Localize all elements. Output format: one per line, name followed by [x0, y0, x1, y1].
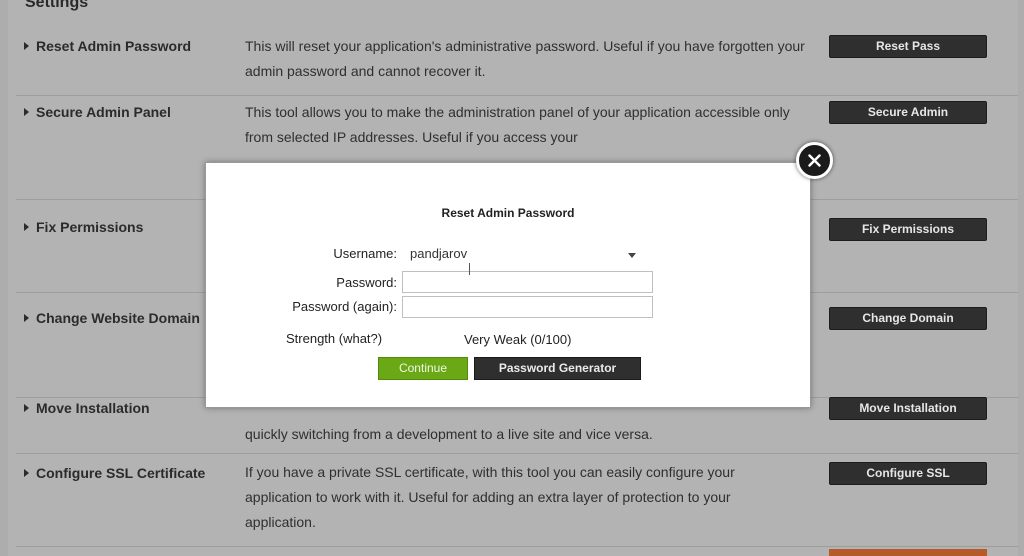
move-installation-button[interactable]: Move Installation	[829, 397, 987, 420]
change-domain-button[interactable]: Change Domain	[829, 307, 987, 330]
modal-title: Reset Admin Password	[441, 206, 575, 220]
fix-permissions-button[interactable]: Fix Permissions	[829, 218, 987, 241]
reset-pass-button[interactable]: Reset Pass	[829, 35, 987, 58]
close-icon	[808, 154, 821, 167]
row-description: quickly switching from a development to …	[245, 426, 653, 442]
row-description: This tool allows you to make the adminis…	[245, 104, 790, 145]
username-select[interactable]: pandjarov	[410, 246, 467, 261]
username-label: Username:	[333, 246, 397, 261]
row-label-text: Reset Admin Password	[36, 38, 192, 54]
row-description: If you have a private SSL certificate, w…	[245, 464, 735, 530]
secure-admin-button[interactable]: Secure Admin	[829, 101, 987, 124]
row-label: Configure SSL Certificate	[24, 465, 205, 481]
settings-row-configure-ssl: Configure SSL Certificate If you have a …	[16, 462, 1018, 547]
row-label: Reset Admin Password	[24, 38, 191, 54]
text-cursor-icon	[469, 263, 470, 275]
chevron-down-icon[interactable]	[628, 253, 636, 258]
triangle-right-icon	[24, 42, 29, 50]
settings-row-move-installation: Move Installation quickly switching from…	[16, 397, 1018, 454]
row-label-text: Change Website Domain	[36, 310, 200, 326]
password-label: Password:	[336, 275, 397, 290]
password-input[interactable]	[402, 271, 653, 293]
row-label: Move Installation	[24, 400, 150, 416]
orange-button-partial[interactable]	[829, 549, 987, 556]
row-label: Change Website Domain	[24, 310, 200, 326]
password-again-input[interactable]	[402, 296, 653, 318]
triangle-right-icon	[24, 223, 29, 231]
row-label-text: Fix Permissions	[36, 219, 144, 235]
close-modal-button[interactable]	[796, 142, 833, 179]
configure-ssl-button[interactable]: Configure SSL	[829, 462, 987, 485]
triangle-right-icon	[24, 469, 29, 477]
strength-value: Very Weak (0/100)	[464, 332, 572, 347]
password-again-label: Password (again):	[292, 299, 397, 314]
continue-button[interactable]: Continue	[378, 357, 468, 380]
row-label-text: Move Installation	[36, 400, 150, 416]
row-label: Secure Admin Panel	[24, 104, 171, 120]
settings-row-reset-admin-password: Reset Admin Password This will reset you…	[16, 35, 1018, 96]
password-generator-button[interactable]: Password Generator	[474, 357, 641, 380]
triangle-right-icon	[24, 108, 29, 116]
row-description: This will reset your application's admin…	[245, 38, 805, 79]
reset-password-modal: Reset Admin Password Username: pandjarov…	[205, 162, 811, 408]
triangle-right-icon	[24, 404, 29, 412]
section-title: Settings	[25, 0, 89, 11]
row-label-text: Configure SSL Certificate	[36, 465, 206, 481]
row-label-text: Secure Admin Panel	[36, 104, 171, 120]
strength-label[interactable]: Strength (what?)	[286, 331, 382, 346]
row-label: Fix Permissions	[24, 219, 143, 235]
triangle-right-icon	[24, 314, 29, 322]
